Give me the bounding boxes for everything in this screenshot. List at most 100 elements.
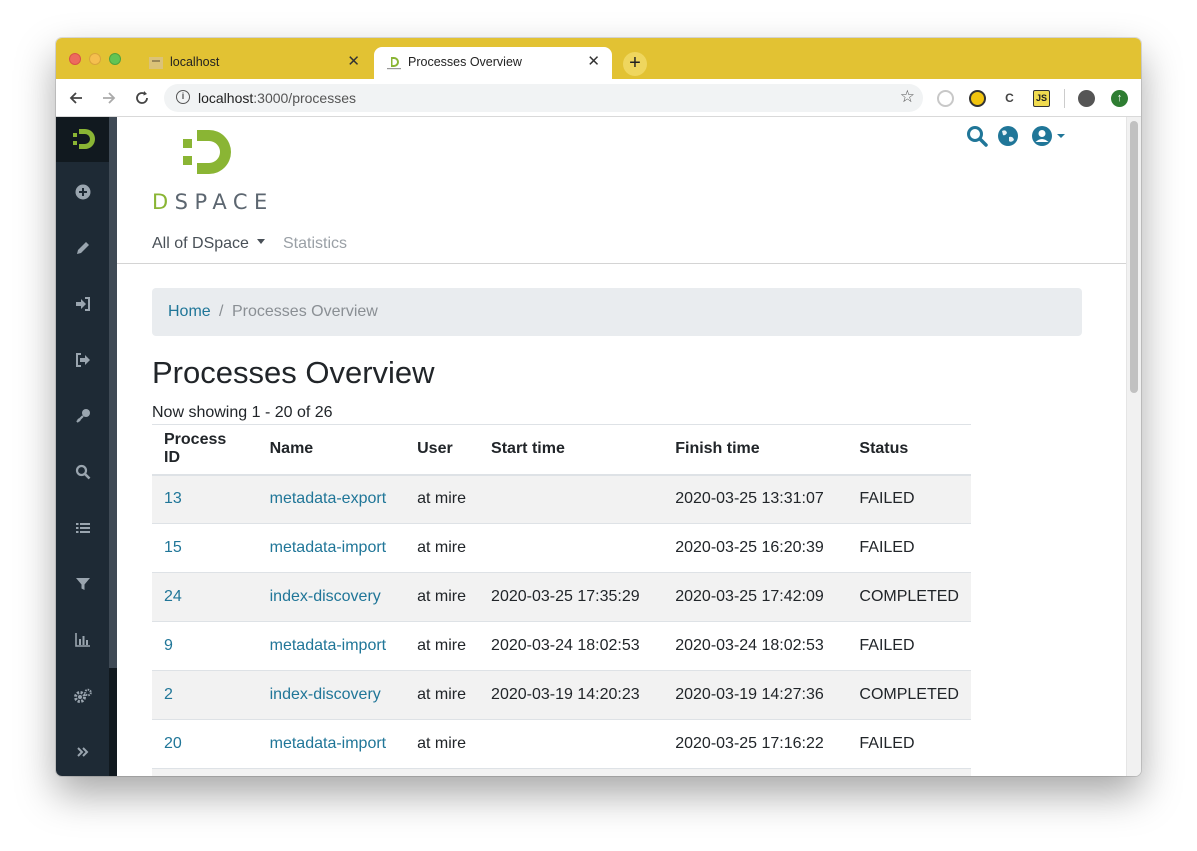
cut-off-cell [479,768,664,776]
process-id-link[interactable]: 2 [164,686,173,703]
profile-icon[interactable] [1078,90,1095,107]
process-id-link[interactable]: 13 [164,490,182,507]
cut-off-cell [405,768,480,776]
pencil-icon[interactable] [70,235,96,261]
browser-window: localhost ✕ Processes Overview ✕ + i loc… [56,38,1141,776]
user-cell: at mire [405,621,480,671]
extension-js-icon[interactable]: JS [1033,90,1050,107]
dspace-logo-icon[interactable] [71,128,95,150]
key-icon[interactable] [70,403,96,429]
tab-close-icon[interactable]: ✕ [587,52,600,70]
breadcrumb-separator: / [219,303,224,320]
process-id-link[interactable]: 9 [164,637,173,654]
forward-icon[interactable] [101,90,117,106]
search-icon[interactable] [70,459,96,485]
statistics-link[interactable]: Statistics [283,235,347,253]
breadcrumb-home-link[interactable]: Home [168,303,211,321]
close-window-button[interactable] [69,53,81,65]
cogs-icon[interactable] [70,683,96,709]
table-row: 13 metadata-export at mire 2020-03-25 13… [152,474,971,524]
maximize-window-button[interactable] [109,53,121,65]
column-header: Start time [479,424,664,476]
process-name-cell: metadata-import [257,523,406,573]
cut-off-cell [847,768,971,776]
finish-time-cell: 2020-03-19 14:27:36 [663,670,848,720]
plus-circle-icon[interactable] [70,179,96,205]
table-row: 20 metadata-import at mire 2020-03-25 17… [152,719,971,769]
minimize-window-button[interactable] [89,53,101,65]
page-title: Processes Overview [152,355,435,390]
tab-localhost[interactable]: localhost ✕ [136,47,372,79]
start-time-cell: 2020-03-24 18:02:53 [479,621,664,671]
extension-moon-icon[interactable] [969,90,986,107]
globe-icon[interactable] [997,125,1019,147]
process-name-link[interactable]: metadata-import [270,539,387,556]
new-tab-button[interactable]: + [623,52,647,76]
tab-close-icon[interactable]: ✕ [347,52,360,70]
user-circle-icon[interactable] [1031,125,1067,147]
url-text: localhost:3000/processes [198,90,356,106]
scrollbar-thumb[interactable] [1130,121,1138,393]
finish-time-cell: 2020-03-25 17:42:09 [663,572,848,622]
process-name-cell: index-discovery [257,670,406,720]
url-path: :3000/processes [253,90,356,106]
list-icon[interactable] [70,515,96,541]
site-info-icon[interactable]: i [176,90,190,104]
tab-processes-overview[interactable]: Processes Overview ✕ [374,47,612,79]
column-header: User [405,424,480,476]
process-name-cell: metadata-import [257,719,406,769]
table-row: 24 index-discovery at mire 2020-03-25 17… [152,572,971,622]
chevron-down-icon [256,239,265,245]
search-icon[interactable] [966,125,988,147]
start-time-cell: 2020-03-25 17:35:29 [479,572,664,622]
process-name-link[interactable]: index-discovery [270,686,381,703]
column-header: Name [257,424,406,476]
extension-brackets-icon[interactable]: C [1001,90,1018,107]
main-content: DSPACE All of DSpace Statistics Home / P… [117,117,1126,776]
start-time-cell [479,474,664,524]
process-name-link[interactable]: index-discovery [270,588,381,605]
address-bar[interactable]: i localhost:3000/processes ☆ [164,84,923,112]
process-name-link[interactable]: metadata-import [270,637,387,654]
process-id-cell: 13 [152,474,258,524]
process-name-link[interactable]: metadata-import [270,735,387,752]
process-id-cell: 20 [152,719,258,769]
update-icon[interactable]: ↑ [1111,90,1128,107]
tab-title: localhost [170,55,220,69]
tab-title: Processes Overview [408,55,522,69]
extension-target-icon[interactable] [937,90,954,107]
tab-strip: localhost ✕ Processes Overview ✕ + [56,38,1141,79]
process-name-cell: metadata-import [257,621,406,671]
cut-off-cell [152,768,258,776]
cut-off-cell [663,768,848,776]
breadcrumb: Home / Processes Overview [152,288,1082,336]
column-header: Finish time [663,424,848,476]
header-divider [117,263,1126,264]
all-of-dspace-menu[interactable]: All of DSpace [152,235,265,253]
process-id-link[interactable]: 15 [164,539,182,556]
chevrons-right-icon[interactable] [70,739,96,765]
sign-out-icon[interactable] [70,347,96,373]
chart-icon[interactable] [70,627,96,653]
reload-icon[interactable] [134,90,150,106]
finish-time-cell: 2020-03-24 18:02:53 [663,621,848,671]
breadcrumb-current: Processes Overview [232,303,378,320]
table-row: 9 metadata-import at mire 2020-03-24 18:… [152,621,971,671]
status-cell: COMPLETED [847,670,971,720]
process-id-cell: 24 [152,572,258,622]
vertical-scrollbar[interactable] [1126,117,1141,776]
status-cell: FAILED [847,523,971,573]
process-id-link[interactable]: 24 [164,588,182,605]
dspace-favicon-icon [387,57,401,70]
process-id-cell: 2 [152,670,258,720]
bookmark-star-icon[interactable]: ☆ [900,87,915,107]
user-cell: at mire [405,572,480,622]
back-icon[interactable] [68,90,84,106]
process-name-link[interactable]: metadata-export [270,490,387,507]
dspace-logo[interactable]: DSPACE [152,129,267,214]
process-name-cell: index-discovery [257,572,406,622]
process-id-link[interactable]: 20 [164,735,182,752]
sign-in-icon[interactable] [70,291,96,317]
status-cell: FAILED [847,719,971,769]
filter-icon[interactable] [70,571,96,597]
